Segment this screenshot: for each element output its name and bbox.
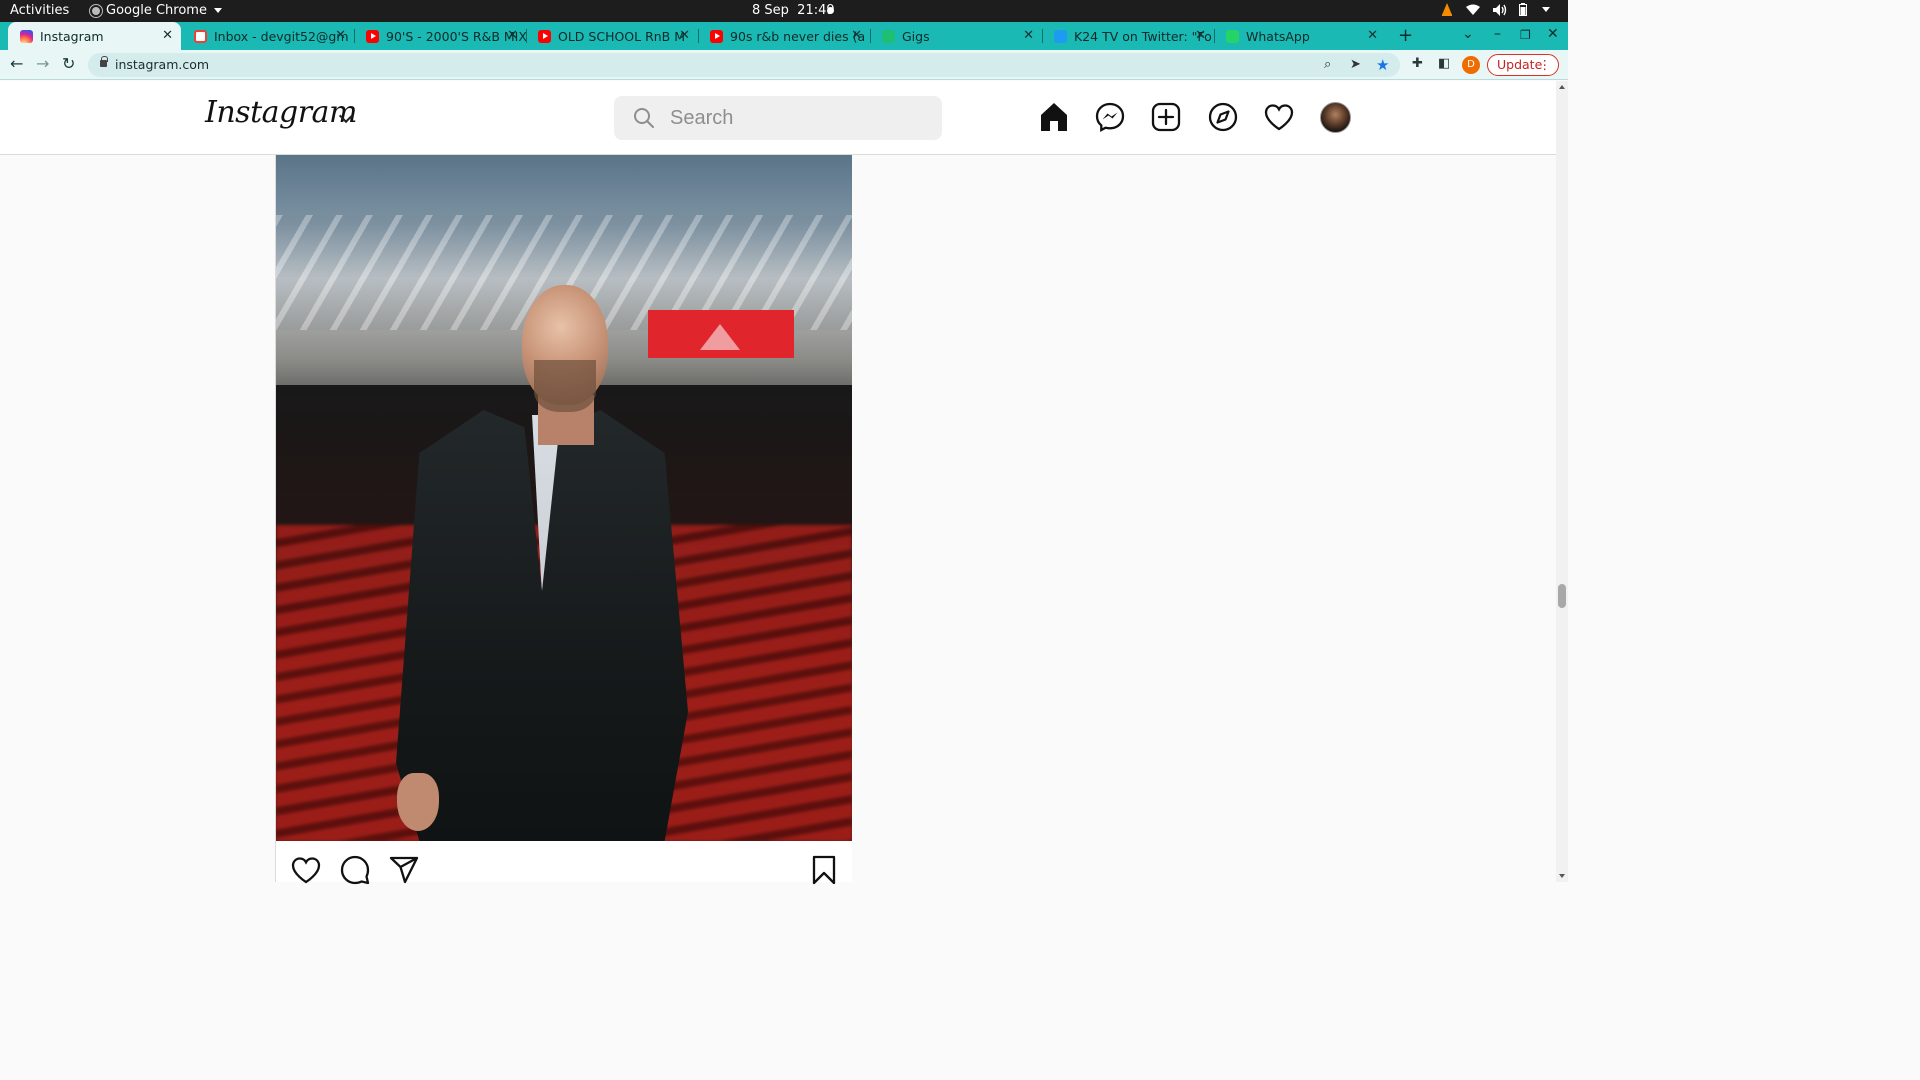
messenger-icon[interactable] [1094, 101, 1126, 133]
back-arrow-icon[interactable]: ← [10, 54, 23, 73]
page-scrollbar[interactable] [1556, 81, 1568, 882]
close-tab-icon[interactable]: ✕ [679, 28, 690, 43]
instagram-icon [20, 29, 33, 43]
feed-post [275, 155, 852, 885]
clock-date: 8 Sep [752, 3, 789, 18]
search-box[interactable] [614, 96, 942, 140]
wifi-icon[interactable] [1465, 4, 1481, 16]
save-icon[interactable] [808, 854, 840, 886]
tab-title: Gigs [902, 28, 930, 44]
youtube-icon [366, 29, 379, 43]
minimize-icon[interactable]: – [1494, 26, 1501, 42]
update-button[interactable]: Update ⋮ [1487, 54, 1559, 76]
fiverr-icon [882, 29, 895, 43]
vlc-icon[interactable] [1441, 3, 1453, 16]
tab-title: 90'S - 2000'S R&B MIX [386, 28, 526, 44]
tab-title: K24 TV on Twitter: "Fo [1074, 28, 1212, 44]
youtube-icon [710, 29, 723, 43]
twitter-icon [1054, 29, 1067, 43]
tab-title: 90s r&b never dies (a [730, 28, 866, 44]
explore-icon[interactable] [1207, 101, 1239, 133]
tab-title: Inbox - devgit52@gm [214, 28, 349, 44]
restore-icon[interactable]: ❐ [1520, 28, 1531, 42]
tab-search-chevron-icon[interactable]: ⌄ [1462, 26, 1474, 42]
new-post-icon[interactable] [1150, 101, 1182, 133]
tab-instagram[interactable]: Instagram ✕ [8, 22, 181, 50]
app-menu[interactable]: Google Chrome [90, 3, 222, 18]
activity-heart-icon[interactable] [1263, 101, 1295, 133]
tab-youtube-1[interactable]: 90'S - 2000'S R&B MIX ✕ [354, 22, 526, 50]
profile-avatar[interactable] [1320, 102, 1351, 133]
close-tab-icon[interactable]: ✕ [851, 28, 862, 43]
tab-youtube-2[interactable]: OLD SCHOOL RnB M ✕ [526, 22, 698, 50]
person-hand-graphic [397, 773, 439, 831]
activities-button[interactable]: Activities [10, 3, 69, 18]
tab-whatsapp[interactable]: WhatsApp ✕ [1214, 22, 1386, 50]
url-text: instagram.com [115, 57, 210, 72]
person-beard-graphic [534, 360, 596, 412]
tab-title: OLD SCHOOL RnB M [558, 28, 686, 44]
battery-icon[interactable] [1519, 3, 1527, 16]
new-tab-plus-icon[interactable]: + [1398, 25, 1413, 46]
tab-strip: Instagram ✕ Inbox - devgit52@gm ✕ 90'S -… [0, 22, 1568, 50]
browser-toolbar: ← → ↻ instagram.com ⌕ ➤ ★ ✚ ◧ D Update ⋮ [0, 50, 1568, 80]
reload-icon[interactable]: ↻ [62, 54, 75, 73]
lock-icon[interactable] [100, 56, 108, 67]
zoom-icon[interactable]: ⌕ [1324, 53, 1331, 77]
scroll-down-arrow-icon[interactable] [1559, 874, 1565, 878]
post-action-bar [276, 841, 852, 885]
search-icon [634, 108, 654, 128]
stadium-sign-graphic [648, 310, 794, 358]
instagram-logo[interactable]: Instagram [205, 95, 357, 130]
chrome-icon [90, 4, 102, 17]
whatsapp-icon [1226, 29, 1239, 43]
close-tab-icon[interactable]: ✕ [507, 28, 518, 43]
tab-gmail[interactable]: Inbox - devgit52@gm ✕ [182, 22, 354, 50]
system-tray[interactable] [1441, 3, 1550, 16]
scrollbar-thumb[interactable] [1558, 584, 1566, 608]
tab-title: WhatsApp [1246, 28, 1310, 44]
system-top-bar: Activities Google Chrome 8 Sep 21:49 [0, 0, 1568, 22]
forward-arrow-icon[interactable]: → [36, 54, 49, 73]
search-input[interactable] [668, 96, 928, 140]
notification-dot-icon [827, 7, 834, 14]
caret-down-icon [213, 8, 222, 13]
close-tab-icon[interactable]: ✕ [335, 28, 346, 43]
close-tab-icon[interactable]: ✕ [1023, 28, 1034, 43]
address-bar[interactable]: instagram.com ⌕ ➤ ★ [88, 53, 1400, 77]
app-menu-label: Google Chrome [106, 3, 207, 18]
close-tab-icon[interactable]: ✕ [1195, 28, 1206, 43]
comment-icon[interactable] [339, 854, 371, 886]
share-icon[interactable] [388, 854, 420, 886]
scroll-up-arrow-icon[interactable] [1559, 85, 1565, 89]
close-tab-icon[interactable]: ✕ [162, 28, 173, 43]
power-menu-icon[interactable] [1542, 7, 1550, 12]
close-window-icon[interactable]: ✕ [1547, 26, 1559, 42]
tab-youtube-3[interactable]: 90s r&b never dies (a ✕ [698, 22, 870, 50]
extensions-puzzle-icon[interactable]: ✚ [1412, 56, 1423, 71]
gmail-icon [194, 29, 207, 43]
kebab-menu-icon[interactable]: ⋮ [1539, 55, 1552, 75]
send-tab-icon[interactable]: ➤ [1350, 53, 1361, 77]
home-icon[interactable] [1038, 101, 1070, 133]
instagram-header: Instagram [0, 81, 1556, 155]
bookmark-star-icon[interactable]: ★ [1376, 53, 1389, 77]
like-icon[interactable] [290, 854, 322, 886]
clock[interactable]: 8 Sep 21:49 [752, 3, 835, 18]
post-photo[interactable] [276, 155, 852, 841]
volume-icon[interactable] [1493, 3, 1507, 16]
tab-fiverr-gigs[interactable]: Gigs ✕ [870, 22, 1042, 50]
close-tab-icon[interactable]: ✕ [1367, 28, 1378, 43]
tab-twitter[interactable]: K24 TV on Twitter: "Fo ✕ [1042, 22, 1214, 50]
profile-avatar-icon[interactable]: D [1462, 56, 1480, 74]
side-panel-icon[interactable]: ◧ [1438, 56, 1450, 71]
youtube-icon [538, 29, 551, 43]
update-label: Update [1497, 57, 1543, 72]
tab-title: Instagram [40, 28, 104, 44]
